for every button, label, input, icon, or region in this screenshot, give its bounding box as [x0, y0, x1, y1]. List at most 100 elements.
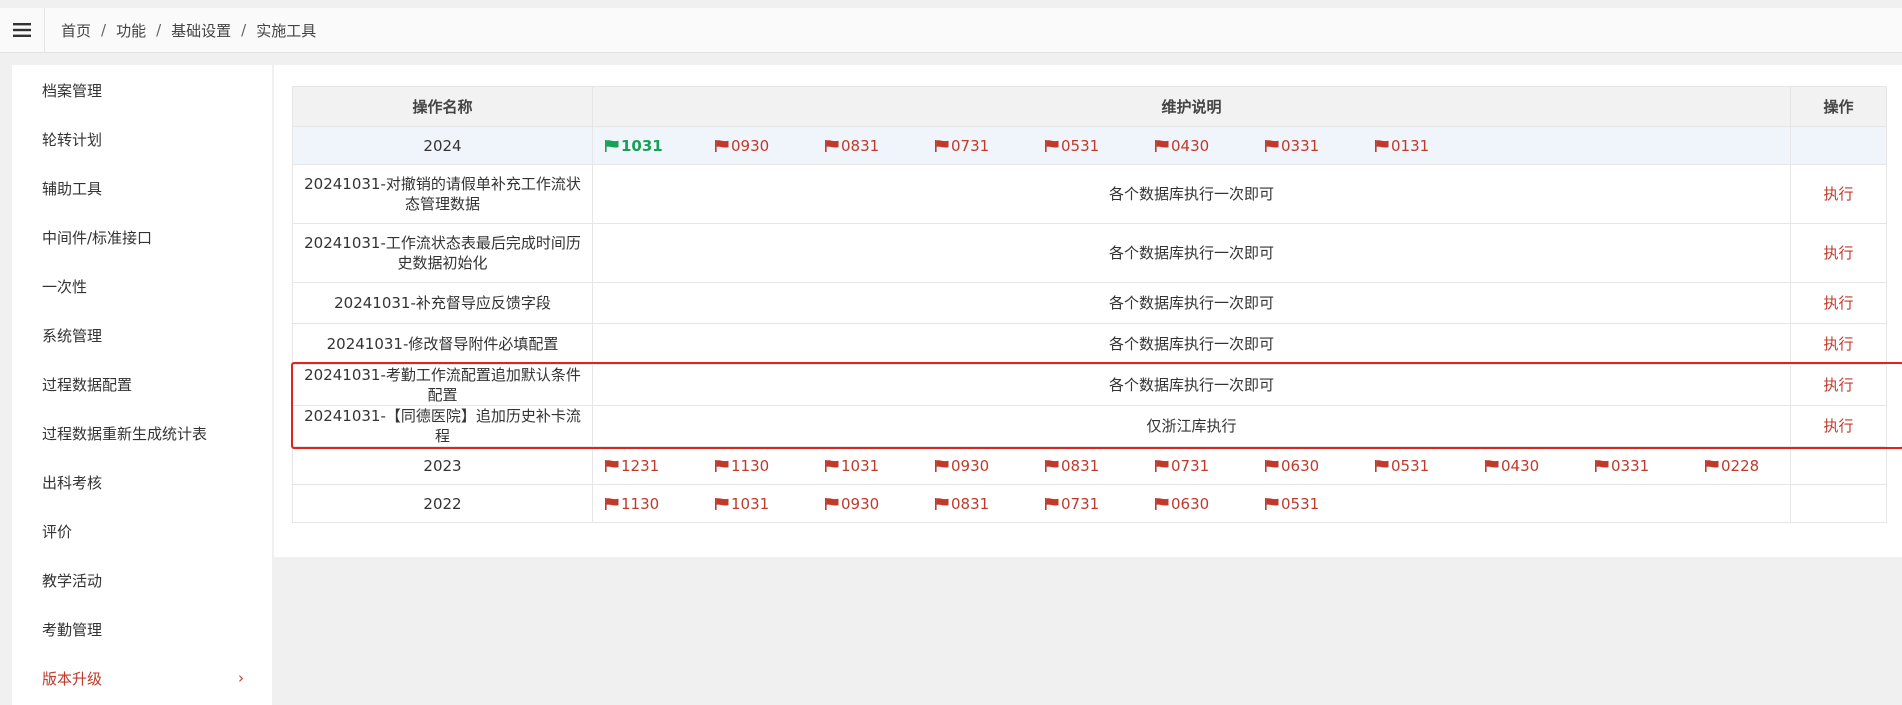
- year-row-2023: 2023 1231 1130 1031 0930 0831 0731 0630 0531 043…: [292, 446, 1887, 485]
- sidebar-item-teaching[interactable]: 教学活动: [12, 565, 272, 595]
- flag-icon: [1265, 459, 1279, 472]
- flag-icon: [935, 497, 949, 510]
- flag-icon: [1155, 459, 1169, 472]
- sidebar-item-exit-exam[interactable]: 出科考核: [12, 467, 272, 497]
- hamburger-icon: [13, 23, 31, 37]
- version-flag-link[interactable]: 0930: [935, 456, 1045, 476]
- version-flag-link[interactable]: 0531: [1375, 456, 1485, 476]
- operation-description: 仅浙江库执行: [592, 405, 1791, 447]
- breadcrumb-home[interactable]: 首页: [61, 20, 91, 41]
- version-flag-label: 0531: [1061, 136, 1100, 155]
- version-flag-link[interactable]: 0430: [1485, 456, 1595, 476]
- version-flag-link[interactable]: 0930: [715, 136, 825, 156]
- version-flag-link[interactable]: 1031: [715, 494, 825, 514]
- flag-icon: [1705, 459, 1719, 472]
- breadcrumb-function[interactable]: 功能: [116, 20, 146, 41]
- sidebar-item-evaluation[interactable]: 评价: [12, 516, 272, 546]
- version-flag-link[interactable]: 0731: [1155, 456, 1265, 476]
- version-flag-link[interactable]: 1130: [605, 494, 715, 514]
- sidebar-item-version-upgrade[interactable]: 版本升级 ›: [12, 663, 272, 693]
- flag-icon: [1485, 459, 1499, 472]
- version-flag-link[interactable]: 0531: [1265, 494, 1375, 514]
- sidebar-item-tools[interactable]: 辅助工具: [12, 173, 272, 203]
- version-flag-label: 0331: [1281, 136, 1320, 155]
- version-flag-link[interactable]: 0430: [1155, 136, 1265, 156]
- sidebar-item-regenerate-stats[interactable]: 过程数据重新生成统计表: [12, 418, 272, 448]
- version-flag-link[interactable]: 0531: [1045, 136, 1155, 156]
- version-flag-link[interactable]: 1231: [605, 456, 715, 476]
- sidebar-item-label: 教学活动: [42, 571, 103, 590]
- operation-name: 20241031-考勤工作流配置追加默认条件配置: [292, 364, 593, 406]
- operation-name: 20241031-对撤销的请假单补充工作流状态管理数据: [292, 164, 593, 224]
- version-flag-label: 0630: [1171, 494, 1210, 513]
- version-flag-link[interactable]: 0831: [935, 494, 1045, 514]
- version-flag-label: 1031: [731, 494, 770, 513]
- version-flag-label: 0531: [1281, 494, 1320, 513]
- version-flag-label: 1031: [621, 136, 663, 155]
- chevron-right-icon: ›: [238, 669, 244, 687]
- content-panel: 操作名称 维护说明 操作 2024 1031 0930 0831 0731 0531 04…: [274, 65, 1902, 557]
- version-flag-label: 1031: [841, 456, 880, 475]
- sidebar-item-system[interactable]: 系统管理: [12, 320, 272, 350]
- sidebar-item-one-time[interactable]: 一次性: [12, 271, 272, 301]
- breadcrumb-basic-settings[interactable]: 基础设置: [171, 20, 231, 41]
- flag-icon: [715, 459, 729, 472]
- flag-icon: [935, 139, 949, 152]
- operation-name: 20241031-工作流状态表最后完成时间历史数据初始化: [292, 223, 593, 283]
- year-label: 2024: [292, 126, 593, 165]
- sidebar-item-label: 辅助工具: [42, 179, 103, 198]
- execute-button[interactable]: 执行: [1823, 335, 1853, 353]
- sidebar-item-rotation-plan[interactable]: 轮转计划: [12, 124, 272, 154]
- breadcrumb: 首页 / 功能 / 基础设置 / 实施工具: [61, 8, 316, 52]
- version-flag-link[interactable]: 0831: [825, 136, 935, 156]
- version-flag-link[interactable]: 0630: [1155, 494, 1265, 514]
- version-flag-link[interactable]: 0731: [1045, 494, 1155, 514]
- sidebar-item-label: 考勤管理: [42, 620, 103, 639]
- version-flag-link[interactable]: 0930: [825, 494, 935, 514]
- execute-button[interactable]: 执行: [1823, 185, 1853, 203]
- sidebar-item-archive[interactable]: 档案管理: [12, 75, 272, 105]
- version-flag-label: 0131: [1391, 136, 1430, 155]
- flag-icon: [1045, 459, 1059, 472]
- empty-cell: [1790, 446, 1887, 485]
- version-flag-link[interactable]: 0731: [935, 136, 1045, 156]
- version-flag-link[interactable]: 1031: [605, 136, 715, 156]
- empty-cell: [1790, 484, 1887, 523]
- flag-icon: [1155, 139, 1169, 152]
- version-flag-link[interactable]: 1130: [715, 456, 825, 476]
- menu-toggle-button[interactable]: [0, 8, 45, 52]
- flag-icon: [1265, 139, 1279, 152]
- sidebar-item-label: 中间件/标准接口: [42, 228, 153, 247]
- flag-icon: [1265, 497, 1279, 510]
- version-flag-label: 0731: [951, 136, 990, 155]
- table-row: 20241031-考勤工作流配置追加默认条件配置 各个数据库执行一次即可 执行: [292, 364, 1887, 406]
- version-flag-link[interactable]: 0331: [1595, 456, 1705, 476]
- execute-button[interactable]: 执行: [1823, 417, 1853, 435]
- sidebar: 档案管理 轮转计划 辅助工具 中间件/标准接口 一次性 系统管理 过程数据配置 …: [12, 65, 272, 705]
- operation-description: 各个数据库执行一次即可: [592, 164, 1791, 224]
- version-flag-link[interactable]: 0131: [1375, 136, 1485, 156]
- sidebar-item-attendance[interactable]: 考勤管理: [12, 614, 272, 644]
- version-flag-link[interactable]: 1031: [825, 456, 935, 476]
- column-header-name: 操作名称: [292, 86, 593, 127]
- version-flag-link[interactable]: 0331: [1265, 136, 1375, 156]
- sidebar-item-label: 系统管理: [42, 326, 103, 345]
- execute-button[interactable]: 执行: [1823, 376, 1853, 394]
- execute-button[interactable]: 执行: [1823, 294, 1853, 312]
- version-flags-2022: 1130 1031 0930 0831 0731 0630 0531: [594, 486, 1790, 522]
- operation-name: 20241031-【同德医院】追加历史补卡流程: [292, 405, 593, 447]
- empty-cell: [1790, 126, 1887, 165]
- sidebar-item-label: 档案管理: [42, 81, 103, 100]
- version-flag-link[interactable]: 0630: [1265, 456, 1375, 476]
- sidebar-item-middleware[interactable]: 中间件/标准接口: [12, 222, 272, 252]
- version-flag-label: 1231: [621, 456, 660, 475]
- sidebar-item-process-config[interactable]: 过程数据配置: [12, 369, 272, 399]
- execute-button[interactable]: 执行: [1823, 244, 1853, 262]
- version-flag-label: 0731: [1061, 494, 1100, 513]
- version-flag-label: 0831: [951, 494, 990, 513]
- version-flag-link[interactable]: 0831: [1045, 456, 1155, 476]
- version-flag-link[interactable]: 0228: [1705, 456, 1790, 476]
- sidebar-item-label: 评价: [42, 522, 73, 541]
- version-flags-2024: 1031 0930 0831 0731 0531 0430 0331 0131: [594, 128, 1790, 164]
- sidebar-item-label: 轮转计划: [42, 130, 103, 149]
